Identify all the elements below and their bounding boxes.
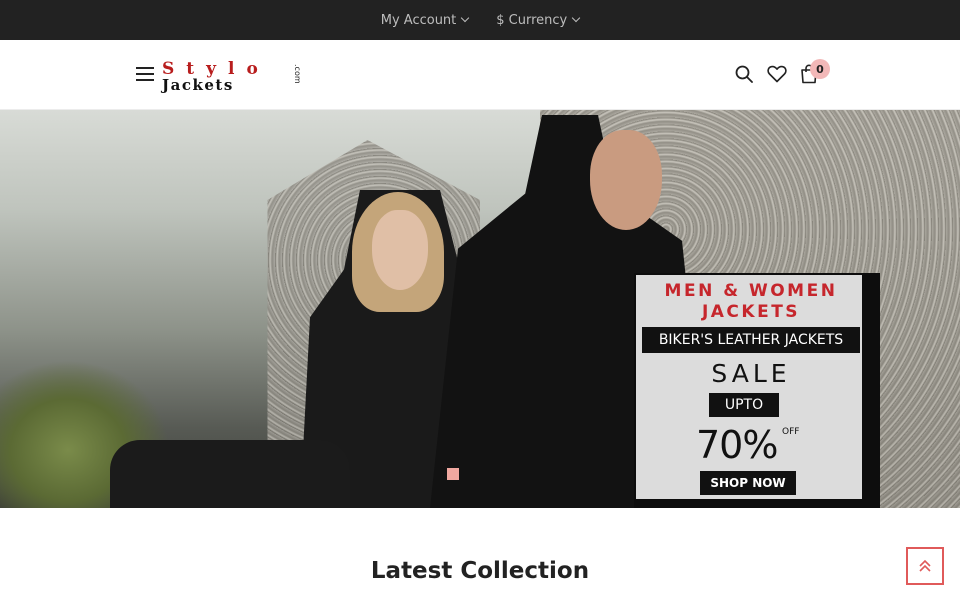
my-account-dropdown[interactable]: My Account [380, 12, 470, 28]
banner-percent: 70% [696, 423, 778, 467]
my-account-label: My Account [380, 12, 457, 28]
banner-subtitle: BIKER'S LEATHER JACKETS [642, 327, 860, 353]
top-bar: My Account $ Currency [0, 0, 960, 40]
menu-icon[interactable] [136, 67, 154, 81]
logo-suffix: .com [293, 64, 302, 84]
hero-image-man-face [590, 130, 662, 230]
slider-dot-active[interactable] [447, 468, 459, 480]
chevron-down-icon [461, 13, 470, 23]
double-chevron-up-icon [919, 559, 931, 572]
banner-upto: UPTO [709, 393, 779, 417]
banner-title: MEN & WOMEN JACKETS [664, 281, 838, 322]
scroll-to-top-button[interactable] [906, 547, 944, 585]
search-icon[interactable] [735, 65, 753, 83]
banner-sale: SALE [711, 359, 791, 388]
banner-off: OFF [782, 427, 800, 437]
site-logo[interactable]: Stylo Jackets .com [162, 59, 307, 96]
hero-image-woman-face [372, 210, 428, 290]
hero-image-motorbike [110, 440, 350, 508]
sale-banner: MEN & WOMEN JACKETS BIKER'S LEATHER JACK… [634, 273, 880, 508]
hero-slider[interactable]: MEN & WOMEN JACKETS BIKER'S LEATHER JACK… [0, 110, 960, 508]
shop-now-button[interactable]: SHOP NOW [700, 471, 796, 495]
site-header: Stylo Jackets .com 0 [0, 40, 960, 110]
currency-label: $ Currency [496, 12, 568, 28]
section-title: Latest Collection [370, 558, 590, 584]
chevron-down-icon [572, 13, 581, 23]
sale-banner-panel: MEN & WOMEN JACKETS BIKER'S LEATHER JACK… [634, 273, 864, 501]
currency-dropdown[interactable]: $ Currency [496, 12, 581, 28]
logo-line2: Jackets [162, 76, 234, 94]
cart-count-badge: 0 [810, 59, 830, 79]
heart-icon[interactable] [767, 65, 787, 83]
